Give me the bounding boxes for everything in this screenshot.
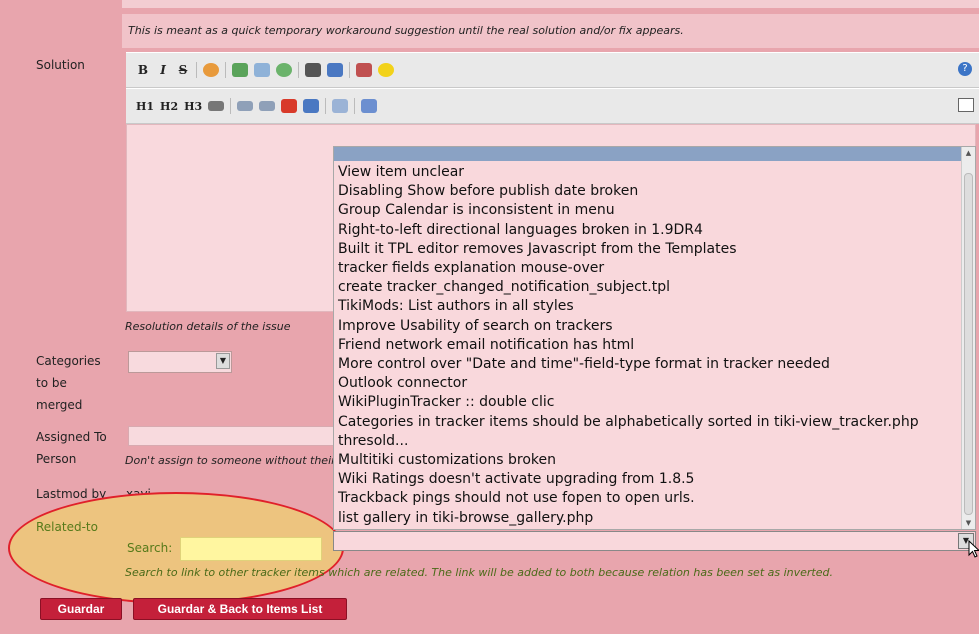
related-option[interactable]: tracker fields explanation mouse-over — [338, 259, 961, 278]
related-option[interactable]: Friend network email notification has ht… — [338, 336, 961, 355]
bullet-list-icon[interactable] — [237, 101, 254, 111]
color-icon[interactable] — [203, 63, 219, 77]
code-icon[interactable] — [361, 99, 378, 113]
search-label: Search: — [127, 541, 173, 555]
related-dropdown-list[interactable]: View item unclear Disabling Show before p… — [333, 146, 976, 530]
related-option[interactable]: Multitiki customizations broken — [338, 451, 961, 470]
assigned-label: Assigned To Person — [36, 430, 107, 466]
italic-button[interactable]: I — [156, 63, 170, 77]
related-option[interactable]: Outlook connector — [338, 374, 961, 393]
assigned-input[interactable] — [128, 426, 340, 446]
related-option[interactable]: WikiPluginTracker :: double clic — [338, 393, 961, 412]
find-icon[interactable] — [305, 63, 321, 77]
related-option[interactable]: More control over "Date and time"-field-… — [338, 355, 961, 374]
categories-select[interactable]: ▼ — [128, 351, 232, 373]
mouse-cursor-icon — [968, 540, 979, 558]
save-button[interactable]: Guardar — [40, 598, 122, 620]
table-icon[interactable] — [332, 99, 349, 113]
toolbar-separator — [325, 98, 327, 114]
assigned-note: Don't assign to someone without their — [125, 454, 336, 467]
toolbar-separator — [225, 62, 226, 78]
scroll-down-icon[interactable]: ▼ — [962, 517, 975, 529]
related-option[interactable]: TikiMods: List authors in all styles — [338, 297, 961, 316]
html-icon[interactable] — [303, 99, 320, 113]
related-option[interactable]: Right-to-left directional languages brok… — [338, 221, 961, 240]
related-option[interactable]: Trackback pings should not use fopen to … — [338, 489, 961, 508]
special-char-icon[interactable] — [356, 63, 372, 77]
solution-label: Solution — [36, 58, 85, 72]
related-option[interactable]: View item unclear — [338, 163, 961, 182]
search-note: Search to link to other tracker items wh… — [125, 566, 833, 579]
related-option[interactable]: create tracker_changed_notification_subj… — [338, 278, 961, 297]
image-icon[interactable] — [232, 63, 248, 77]
categories-label: Categories to be merged — [36, 354, 101, 412]
related-label: Related-to — [36, 520, 98, 534]
h1-button[interactable]: H1 — [136, 100, 154, 113]
toolbar-separator — [196, 62, 197, 78]
chevron-down-icon[interactable]: ▼ — [216, 353, 230, 369]
toolbar-separator — [349, 62, 350, 78]
related-option[interactable]: thresold... — [338, 432, 961, 451]
scroll-thumb[interactable] — [964, 173, 973, 515]
selected-option[interactable] — [334, 147, 961, 161]
numbered-list-icon[interactable] — [259, 101, 276, 111]
link-icon[interactable] — [276, 63, 292, 77]
description-note: This is meant as a quick temporary worka… — [128, 24, 684, 37]
replace-icon[interactable] — [327, 63, 343, 77]
save-back-button[interactable]: Guardar & Back to Items List — [133, 598, 347, 620]
scroll-up-icon[interactable]: ▲ — [962, 147, 975, 159]
smiley-icon[interactable] — [378, 63, 394, 77]
scrollbar[interactable]: ▲ ▼ — [961, 147, 975, 529]
related-option[interactable]: Built it TPL editor removes Javascript f… — [338, 240, 961, 259]
resolution-note: Resolution details of the issue — [125, 320, 291, 333]
related-option[interactable]: list gallery in tiki-browse_gallery.php — [338, 509, 961, 528]
toolbar-separator — [354, 98, 356, 114]
editor-toolbar-1: B I S — [126, 52, 979, 88]
related-option[interactable]: Wiki Ratings doesn't activate upgrading … — [338, 470, 961, 489]
h2-button[interactable]: H2 — [160, 100, 178, 113]
bold-button[interactable]: B — [136, 63, 150, 77]
top-strip — [122, 0, 979, 8]
related-option[interactable]: Improve Usability of search on trackers — [338, 317, 961, 336]
related-option[interactable]: Group Calendar is inconsistent in menu — [338, 201, 961, 220]
flash-icon[interactable] — [281, 99, 298, 113]
related-option[interactable]: Disabling Show before publish date broke… — [338, 182, 961, 201]
related-option[interactable]: Categories in tracker items should be al… — [338, 413, 961, 432]
search-input[interactable] — [180, 537, 322, 561]
help-icon[interactable]: ? — [958, 62, 972, 76]
strike-button[interactable]: S — [176, 63, 190, 77]
fullscreen-icon[interactable] — [958, 98, 974, 112]
editor-toolbar-2: H1 H2 H3 — [126, 88, 979, 124]
align-center-icon[interactable] — [208, 101, 225, 111]
file-icon[interactable] — [254, 63, 270, 77]
related-select[interactable]: ▼ — [333, 531, 976, 551]
toolbar-separator — [298, 62, 299, 78]
toolbar-separator — [230, 98, 232, 114]
h3-button[interactable]: H3 — [184, 100, 202, 113]
